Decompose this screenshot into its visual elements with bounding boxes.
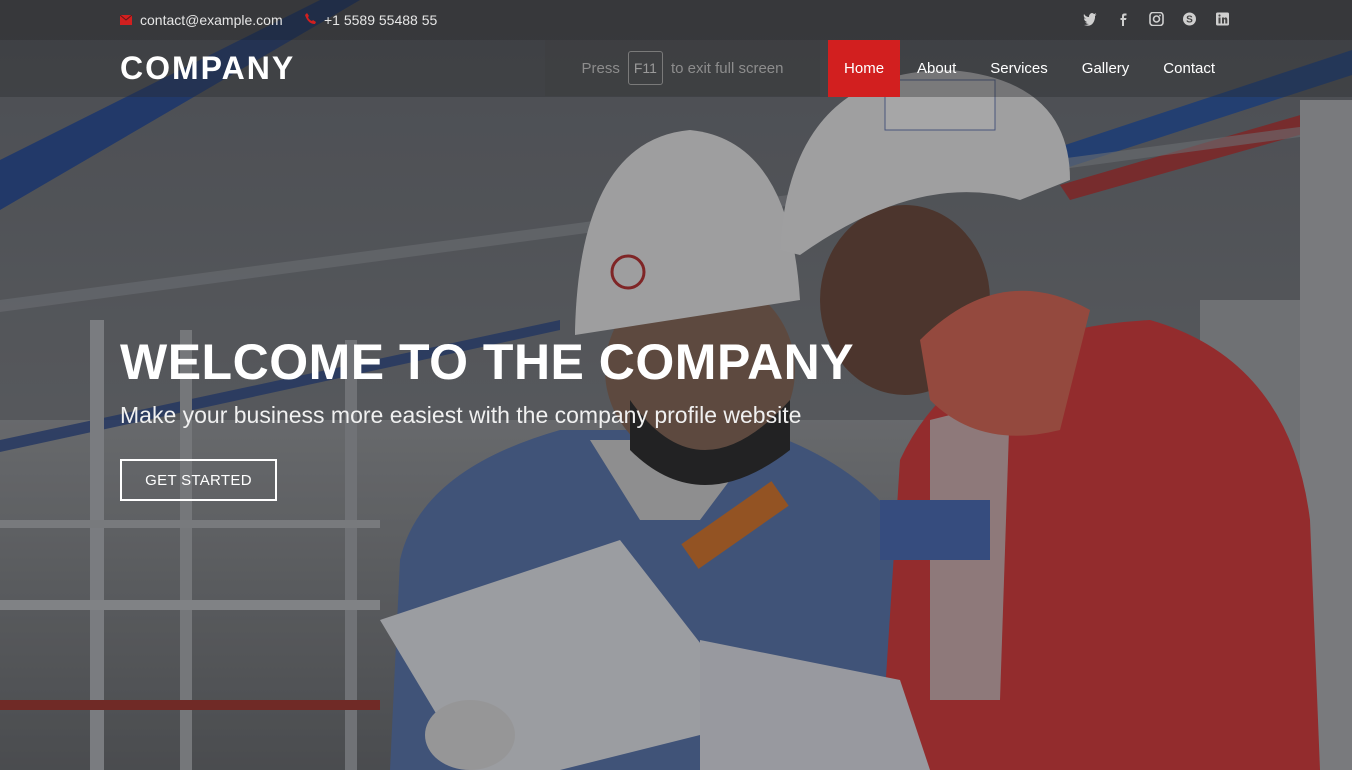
fullscreen-hint-before: Press <box>581 59 620 77</box>
contact-email-text: contact@example.com <box>140 12 283 28</box>
phone-icon <box>305 12 316 28</box>
skype-icon[interactable]: S <box>1182 12 1197 27</box>
nav-item-contact[interactable]: Contact <box>1146 40 1232 97</box>
nav-item-home[interactable]: Home <box>828 40 901 97</box>
fullscreen-hint-key: F11 <box>627 51 663 85</box>
main-nav: Home About Services Gallery Contact <box>828 40 1232 97</box>
fullscreen-hint: Press F11 to exit full screen <box>545 40 820 96</box>
get-started-button[interactable]: GET STARTED <box>120 459 277 501</box>
contact-email[interactable]: contact@example.com <box>119 12 283 28</box>
site-header: COMPANY Press F11 to exit full screen Ho… <box>0 40 1352 97</box>
twitter-icon[interactable] <box>1083 12 1098 27</box>
contact-phone[interactable]: +1 5589 55488 55 <box>305 12 437 28</box>
topbar: contact@example.com +1 5589 55488 55 S <box>0 0 1352 40</box>
nav-item-gallery[interactable]: Gallery <box>1065 40 1147 97</box>
svg-text:S: S <box>1186 15 1193 26</box>
facebook-icon[interactable] <box>1116 12 1131 27</box>
instagram-icon[interactable] <box>1149 11 1164 27</box>
hero-subtitle: Make your business more easiest with the… <box>120 402 802 428</box>
contact-phone-text: +1 5589 55488 55 <box>324 12 438 28</box>
nav-item-about[interactable]: About <box>900 40 973 97</box>
site-logo[interactable]: COMPANY <box>120 50 295 86</box>
linkedin-icon[interactable] <box>1215 12 1230 27</box>
fullscreen-hint-after: to exit full screen <box>670 59 784 77</box>
envelope-icon <box>119 12 133 28</box>
nav-item-services[interactable]: Services <box>973 40 1065 97</box>
hero-title: WELCOME TO THE COMPANY <box>120 334 855 390</box>
social-links: S <box>1083 11 1230 27</box>
